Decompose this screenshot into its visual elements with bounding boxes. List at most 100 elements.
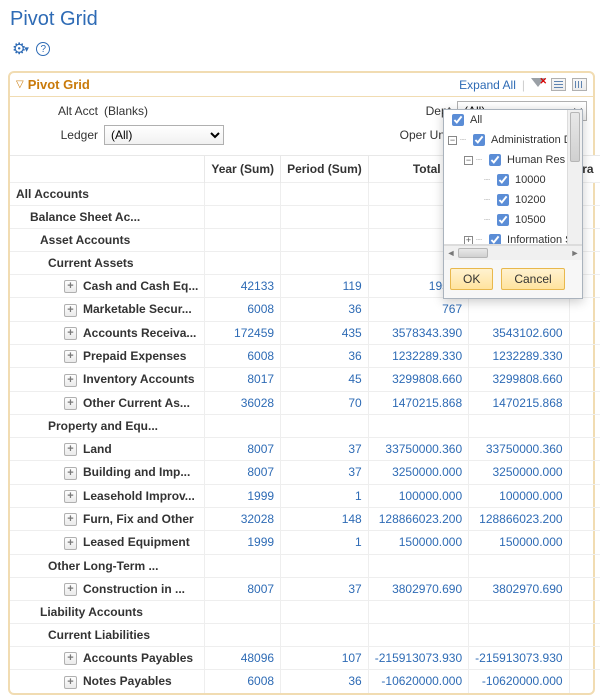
cell-year[interactable]: 6008 xyxy=(205,344,281,367)
tree-label[interactable]: 10200 xyxy=(515,194,546,206)
cell-b[interactable]: 150000.000 xyxy=(469,531,569,554)
cell-b[interactable]: 1470215.868 xyxy=(469,391,569,414)
tree-check-10500[interactable] xyxy=(497,214,509,226)
expand-row-icon[interactable]: + xyxy=(64,280,77,293)
row-label[interactable]: Leased Equipment xyxy=(83,535,190,549)
cell-year[interactable]: 42133 xyxy=(205,275,281,298)
row-label[interactable]: Leasehold Improv... xyxy=(83,489,195,503)
expand-row-icon[interactable]: + xyxy=(64,467,77,480)
cell-period[interactable]: 37 xyxy=(281,437,369,460)
row-label[interactable]: Marketable Secur... xyxy=(83,302,192,316)
row-label[interactable]: Inventory Accounts xyxy=(83,372,195,386)
cell-b[interactable]: 128866023.200 xyxy=(469,507,569,530)
row-label[interactable]: Other Current As... xyxy=(83,396,190,410)
cell-a[interactable]: -10620000.000 xyxy=(368,670,468,693)
tree-check-info[interactable] xyxy=(489,234,501,245)
view-detail-icon[interactable] xyxy=(551,78,566,91)
cell-a[interactable]: 128866023.200 xyxy=(368,507,468,530)
expand-row-icon[interactable]: + xyxy=(64,652,77,665)
cell-year[interactable]: 8017 xyxy=(205,368,281,391)
row-label[interactable]: Notes Payables xyxy=(83,674,172,688)
view-grid-icon[interactable] xyxy=(572,78,587,91)
cell-a[interactable]: 33750000.360 xyxy=(368,437,468,460)
tree-label[interactable]: Human Res xyxy=(507,154,565,166)
tree-label[interactable]: All xyxy=(470,114,482,126)
cell-b[interactable]: -10620000.000 xyxy=(469,670,569,693)
cell-a[interactable]: 767 xyxy=(368,298,468,321)
cell-a[interactable]: -215913073.930 xyxy=(368,646,468,669)
row-label[interactable]: Land xyxy=(83,442,112,456)
tree-check-10200[interactable] xyxy=(497,194,509,206)
cell-b[interactable]: 3250000.000 xyxy=(469,461,569,484)
expand-row-icon[interactable]: + xyxy=(64,304,77,317)
row-label[interactable]: Prepaid Expenses xyxy=(83,349,186,363)
cell-a[interactable]: 3578343.390 xyxy=(368,321,468,344)
clear-filter-icon[interactable] xyxy=(531,78,545,92)
expand-row-icon[interactable]: + xyxy=(64,397,77,410)
cell-period[interactable]: 70 xyxy=(281,391,369,414)
expand-row-icon[interactable]: + xyxy=(64,490,77,503)
cell-b[interactable]: -215913073.930 xyxy=(469,646,569,669)
cell-period[interactable]: 1 xyxy=(281,484,369,507)
cell-period[interactable]: 45 xyxy=(281,368,369,391)
expand-row-icon[interactable]: + xyxy=(64,513,77,526)
cell-b[interactable]: 33750000.360 xyxy=(469,437,569,460)
cell-a[interactable]: 3299808.660 xyxy=(368,368,468,391)
cell-period[interactable]: 107 xyxy=(281,646,369,669)
cell-b[interactable]: 100000.000 xyxy=(469,484,569,507)
cell-a[interactable]: 100000.000 xyxy=(368,484,468,507)
cell-year[interactable]: 1999 xyxy=(205,531,281,554)
tree-expand-icon[interactable]: + xyxy=(464,236,473,245)
cell-period[interactable]: 119 xyxy=(281,275,369,298)
cell-b[interactable]: 3543102.600 xyxy=(469,321,569,344)
cell-year[interactable]: 6008 xyxy=(205,670,281,693)
expand-row-icon[interactable]: + xyxy=(64,583,77,596)
cell-a[interactable]: 1470215.868 xyxy=(368,391,468,414)
cell-a[interactable]: 150000.000 xyxy=(368,531,468,554)
expand-row-icon[interactable]: + xyxy=(64,676,77,689)
tree-collapse-icon[interactable]: − xyxy=(464,156,473,165)
cancel-button[interactable]: Cancel xyxy=(501,268,564,290)
row-label[interactable]: Building and Imp... xyxy=(83,465,190,479)
row-label[interactable]: Furn, Fix and Other xyxy=(83,512,194,526)
cell-year[interactable]: 48096 xyxy=(205,646,281,669)
cell-year[interactable]: 8007 xyxy=(205,461,281,484)
expand-row-icon[interactable]: + xyxy=(64,327,77,340)
collapse-panel-icon[interactable]: ▽ xyxy=(16,79,24,90)
cell-period[interactable]: 36 xyxy=(281,344,369,367)
cell-year[interactable]: 6008 xyxy=(205,298,281,321)
cell-year[interactable]: 172459 xyxy=(205,321,281,344)
col-year[interactable]: Year (Sum) xyxy=(205,156,281,183)
cell-period[interactable]: 37 xyxy=(281,461,369,484)
scroll-left-icon[interactable]: ◄ xyxy=(444,246,458,260)
cell-a[interactable]: 3802970.690 xyxy=(368,577,468,600)
ok-button[interactable]: OK xyxy=(450,268,493,290)
cell-year[interactable]: 32028 xyxy=(205,507,281,530)
cell-period[interactable]: 148 xyxy=(281,507,369,530)
expand-row-icon[interactable]: + xyxy=(64,350,77,363)
cell-year[interactable]: 8007 xyxy=(205,577,281,600)
cell-period[interactable]: 36 xyxy=(281,670,369,693)
tree-horizontal-scrollbar[interactable]: ◄ ► xyxy=(444,245,582,260)
cell-b[interactable]: 1232289.330 xyxy=(469,344,569,367)
cell-period[interactable]: 37 xyxy=(281,577,369,600)
col-period[interactable]: Period (Sum) xyxy=(281,156,369,183)
tree-collapse-icon[interactable]: − xyxy=(448,136,457,145)
tree-check-10000[interactable] xyxy=(497,174,509,186)
row-label[interactable]: Cash and Cash Eq... xyxy=(83,279,198,293)
tree-label[interactable]: 10000 xyxy=(515,174,546,186)
expand-row-icon[interactable]: + xyxy=(64,374,77,387)
cell-a[interactable]: 1232289.330 xyxy=(368,344,468,367)
gear-dropdown-caret[interactable]: ▾ xyxy=(24,44,29,54)
tree-check-admin[interactable] xyxy=(473,134,485,146)
cell-period[interactable]: 435 xyxy=(281,321,369,344)
cell-a[interactable]: 3250000.000 xyxy=(368,461,468,484)
tree-vertical-scrollbar[interactable] xyxy=(567,110,582,244)
row-label[interactable]: Accounts Payables xyxy=(83,651,193,665)
cell-year[interactable]: 8007 xyxy=(205,437,281,460)
cell-b[interactable]: 3802970.690 xyxy=(469,577,569,600)
expand-row-icon[interactable]: + xyxy=(64,443,77,456)
tree-label[interactable]: 10500 xyxy=(515,214,546,226)
ledger-select[interactable]: (All) xyxy=(104,125,224,145)
cell-period[interactable]: 1 xyxy=(281,531,369,554)
